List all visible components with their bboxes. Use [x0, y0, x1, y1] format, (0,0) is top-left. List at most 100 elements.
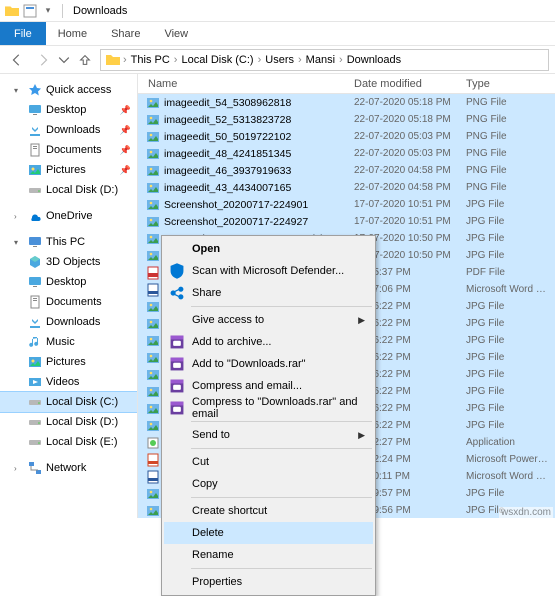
sidebar-this-pc[interactable]: ▾ This PC [0, 232, 137, 252]
sidebar-item[interactable]: Local Disk (D:) [0, 180, 137, 200]
file-row[interactable]: imageedit_54_530896281822-07-2020 05:18 … [138, 94, 555, 111]
menu-item-label: Create shortcut [192, 505, 267, 517]
tab-home[interactable]: Home [46, 22, 99, 45]
forward-button[interactable] [32, 49, 54, 71]
menu-item[interactable]: Delete [164, 522, 373, 544]
sidebar-item[interactable]: Local Disk (E:) [0, 432, 137, 452]
breadcrumb-item[interactable]: Local Disk (C:) [179, 54, 255, 66]
breadcrumb-item[interactable]: This PC [129, 54, 172, 66]
chevron-right-icon[interactable]: › [123, 54, 127, 66]
up-button[interactable] [74, 49, 96, 71]
sidebar-item-label: Local Disk (E:) [46, 436, 118, 448]
3d-icon [28, 255, 42, 269]
menu-item[interactable]: Scan with Microsoft Defender... [164, 260, 373, 282]
downloads-icon [28, 123, 42, 137]
chevron-down-icon[interactable]: ▾ [14, 86, 24, 95]
menu-item[interactable]: Compress and email... [164, 375, 373, 397]
sidebar-item[interactable]: Local Disk (D:) [0, 412, 137, 432]
sidebar-item[interactable]: Downloads📌 [0, 120, 137, 140]
sidebar-item-label: Downloads [46, 316, 100, 328]
sidebar-item[interactable]: Pictures📌 [0, 160, 137, 180]
breadcrumb-item[interactable]: Downloads [345, 54, 403, 66]
file-row[interactable]: imageedit_52_531382372822-07-2020 05:18 … [138, 111, 555, 128]
history-dropdown-icon[interactable] [58, 49, 70, 71]
sidebar-quick-access[interactable]: ▾ Quick access [0, 80, 137, 100]
sidebar-item[interactable]: Pictures [0, 352, 137, 372]
sidebar-network[interactable]: › Network [0, 458, 137, 478]
file-row[interactable]: imageedit_43_443400716522-07-2020 04:58 … [138, 179, 555, 196]
file-type: JPG File [460, 369, 555, 380]
file-icon [146, 402, 160, 416]
menu-item[interactable]: Add to "Downloads.rar" [164, 353, 373, 375]
chevron-right-icon[interactable]: › [258, 54, 262, 66]
menu-item[interactable]: Copy [164, 473, 373, 495]
menu-item[interactable]: Properties [164, 571, 373, 593]
file-icon [146, 113, 160, 127]
file-icon [146, 504, 160, 518]
file-row[interactable]: imageedit_50_501972210222-07-2020 05:03 … [138, 128, 555, 145]
file-row[interactable]: imageedit_46_393791963322-07-2020 04:58 … [138, 162, 555, 179]
file-type: Application [460, 437, 555, 448]
sidebar-item[interactable]: Videos [0, 372, 137, 392]
menu-item[interactable]: Send to▶ [164, 424, 373, 446]
chevron-right-icon[interactable]: › [14, 464, 24, 473]
breadcrumb-item[interactable]: Users [263, 54, 296, 66]
sidebar-item[interactable]: 3D Objects [0, 252, 137, 272]
file-row[interactable]: imageedit_48_424185134522-07-2020 05:03 … [138, 145, 555, 162]
menu-item[interactable]: Create shortcut [164, 500, 373, 522]
menu-item[interactable]: Add to archive... [164, 331, 373, 353]
file-row[interactable]: Screenshot_20200717-22492717-07-2020 10:… [138, 213, 555, 230]
sidebar-item[interactable]: Documents [0, 292, 137, 312]
sidebar-onedrive[interactable]: › OneDrive [0, 206, 137, 226]
sidebar-item-label: Desktop [46, 104, 86, 116]
file-type: JPG File [460, 199, 555, 210]
properties-icon[interactable] [22, 3, 38, 19]
sidebar-item[interactable]: Documents📌 [0, 140, 137, 160]
chevron-right-icon[interactable]: › [174, 54, 178, 66]
sidebar-item[interactable]: Local Disk (C:) [0, 392, 137, 412]
sidebar-item[interactable]: Desktop [0, 272, 137, 292]
tab-file[interactable]: File [0, 22, 46, 45]
menu-item[interactable]: Rename [164, 544, 373, 566]
menu-item[interactable]: Share [164, 282, 373, 304]
column-date[interactable]: Date modified [348, 78, 460, 90]
tab-share[interactable]: Share [99, 22, 152, 45]
chevron-right-icon: ▶ [358, 315, 365, 326]
menu-item[interactable]: Open [164, 238, 373, 260]
chevron-right-icon[interactable]: › [339, 54, 343, 66]
chevron-right-icon[interactable]: › [298, 54, 302, 66]
menu-item-label: Compress to "Downloads.rar" and email [192, 396, 365, 420]
file-type: PNG File [460, 165, 555, 176]
chevron-right-icon[interactable]: › [14, 212, 24, 221]
qat-dropdown-icon[interactable]: ▾ [40, 3, 56, 19]
chevron-down-icon[interactable]: ▾ [14, 238, 24, 247]
sidebar-item[interactable]: Downloads [0, 312, 137, 332]
tab-view[interactable]: View [152, 22, 200, 45]
file-icon [146, 334, 160, 348]
share-icon [168, 284, 186, 302]
file-icon [146, 351, 160, 365]
sidebar-item[interactable]: Music [0, 332, 137, 352]
menu-item[interactable]: Cut [164, 451, 373, 473]
pin-icon: 📌 [120, 165, 131, 176]
back-button[interactable] [6, 49, 28, 71]
sidebar-item[interactable]: Desktop📌 [0, 100, 137, 120]
menu-separator [191, 568, 372, 569]
breadcrumb-item[interactable]: Mansi [304, 54, 337, 66]
file-date: 22-07-2020 05:18 PM [348, 114, 460, 125]
file-type: Microsoft PowerPo... [460, 454, 555, 465]
context-menu[interactable]: OpenScan with Microsoft Defender...Share… [161, 235, 376, 596]
menu-item[interactable]: Compress to "Downloads.rar" and email [164, 397, 373, 419]
column-name[interactable]: Name [138, 78, 348, 90]
file-type: JPG File [460, 216, 555, 227]
breadcrumb[interactable]: › This PC › Local Disk (C:) › Users › Ma… [100, 49, 549, 71]
file-name: imageedit_54_5308962818 [164, 97, 342, 109]
file-row[interactable]: Screenshot_20200717-22490117-07-2020 10:… [138, 196, 555, 213]
menu-item[interactable]: Give access to▶ [164, 309, 373, 331]
file-icon [146, 470, 160, 484]
file-date: 22-07-2020 04:58 PM [348, 182, 460, 193]
nav-pane[interactable]: ▾ Quick access Desktop📌Downloads📌Documen… [0, 74, 138, 518]
column-type[interactable]: Type [460, 78, 555, 90]
sidebar-item-label: Documents [46, 296, 102, 308]
drive-icon [28, 415, 42, 429]
